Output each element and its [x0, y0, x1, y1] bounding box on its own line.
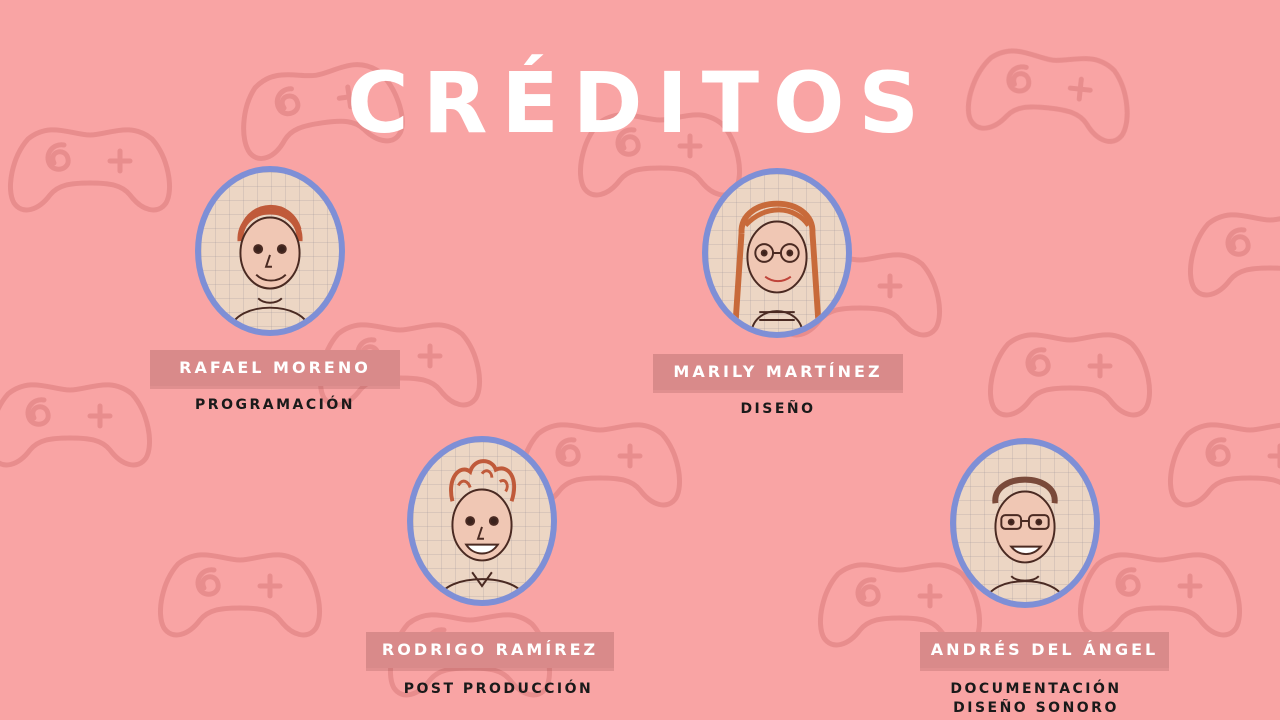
role-andres-2: DISEÑO SONORO	[953, 700, 1119, 716]
portrait-rodrigo	[407, 436, 557, 606]
name-banner-marily: MARILY MARTÍNEZ	[653, 354, 903, 390]
role-rodrigo: POST PRODUCCIÓN	[403, 681, 594, 697]
role-rafael: PROGRAMACIÓN	[195, 397, 355, 413]
role-andres-1: DOCUMENTACIÓN	[950, 681, 1122, 697]
portrait-sketch-andres	[984, 476, 1066, 602]
portrait-sketch-marily	[732, 200, 822, 332]
page-title: CRÉDITOS	[347, 54, 933, 152]
name-banner-andres: ANDRÉS DEL ÁNGEL	[920, 632, 1169, 668]
portrait-marily	[702, 168, 852, 338]
portrait-andres	[950, 438, 1100, 608]
name-banner-rafael: RAFAEL MORENO	[150, 350, 400, 386]
portrait-sketch-rodrigo	[437, 459, 527, 600]
portrait-rafael	[195, 166, 345, 336]
role-marily: DISEÑO	[740, 401, 816, 417]
name-banner-rodrigo: RODRIGO RAMÍREZ	[366, 632, 614, 668]
portrait-sketch-rafael	[229, 204, 311, 330]
